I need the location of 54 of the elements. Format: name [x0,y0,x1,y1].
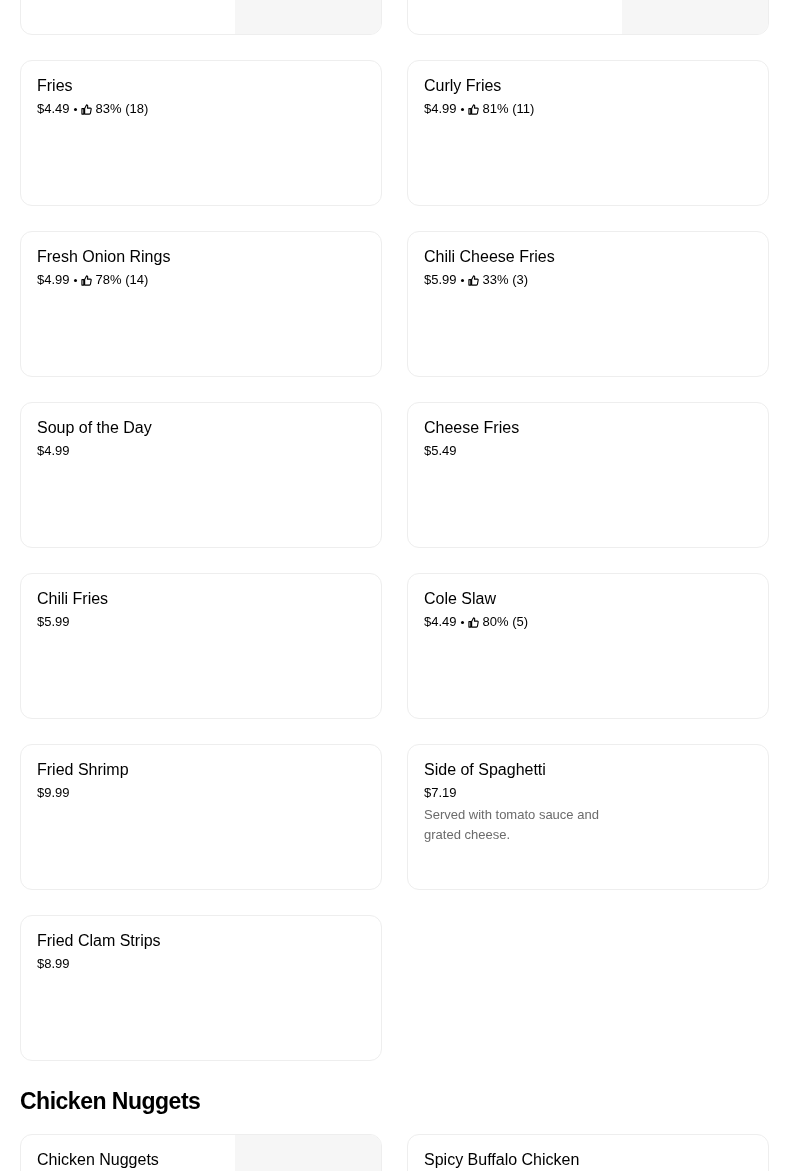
menu-item-card[interactable]: Fries $4.49 83% (18) [20,60,382,206]
item-price: $4.99 [37,271,70,289]
item-name: Chili Fries [37,589,110,609]
thumbs-up-icon [467,616,479,628]
item-price: $5.99 [424,271,457,289]
item-price: $7.19 [424,784,457,802]
item-name: Fries [37,76,74,96]
item-name: Cole Slaw [424,589,498,609]
thumbs-up-icon [467,274,479,286]
item-name: Fried Clam Strips [37,931,162,951]
menu-item-card[interactable]: Spicy Buffalo Chicken [407,1134,769,1171]
menu-item-card[interactable]: Fried Clam Strips $8.99 [20,915,382,1061]
item-price: $5.99 [37,613,70,631]
item-description: Served with tomato sauce and grated cheese. [424,806,600,844]
item-price: $5.49 [424,442,457,460]
thumbs-up-icon [80,274,92,286]
item-price: $8.99 [37,955,70,973]
item-name: Fresh Onion Rings [37,247,172,267]
separator-dot [460,278,464,282]
item-price: $4.99 [424,100,457,118]
menu-item-card[interactable]: Fried Shrimp $9.99 [20,744,382,890]
item-price: $4.99 [37,442,70,460]
item-name: Curly Fries [424,76,503,96]
menu-item-card[interactable]: Chicken Nuggets [20,1134,382,1171]
item-rating: 83% (18) [95,100,149,118]
item-name: Side of Spaghetti [424,760,547,780]
thumbs-up-icon [467,103,479,115]
separator-dot [460,107,464,111]
menu-item-card[interactable]: Chili Fries $5.99 [20,573,382,719]
menu-item-card[interactable]: Fresh Onion Rings $4.99 78% (14) [20,231,382,377]
item-rating: 78% (14) [95,271,149,289]
menu-item-card[interactable]: Side of Spaghetti $7.19 Served with tomato sauce and grated cheese. [407,744,769,890]
menu-item-card[interactable]: Soup of the Day $4.99 [20,402,382,548]
menu-item-card[interactable]: Cheese Fries $5.49 [407,402,769,548]
section-heading: Chicken Nuggets [20,1087,202,1115]
item-rating: 80% (5) [482,613,529,631]
item-name: Cheese Fries [424,418,521,438]
item-name: Spicy Buffalo Chicken [424,1150,581,1170]
thumbs-up-icon [80,103,92,115]
item-price: $4.49 [424,613,457,631]
item-name: Fried Shrimp [37,760,130,780]
item-name: Soup of the Day [37,418,153,438]
item-rating: 33% (3) [482,271,529,289]
item-name: Chicken Nuggets [37,1150,160,1170]
menu-item-card[interactable]: Curly Fries $4.99 81% (11) [407,60,769,206]
separator-dot [73,278,77,282]
item-price: $9.99 [37,784,70,802]
menu-item-card[interactable]: Chili Cheese Fries $5.99 33% (3) [407,231,769,377]
item-name: Chili Cheese Fries [424,247,556,267]
item-price: $4.49 [37,100,70,118]
separator-dot [73,107,77,111]
separator-dot [460,620,464,624]
item-rating: 81% (11) [482,100,535,118]
menu-item-card[interactable]: Cole Slaw $4.49 80% (5) [407,573,769,719]
